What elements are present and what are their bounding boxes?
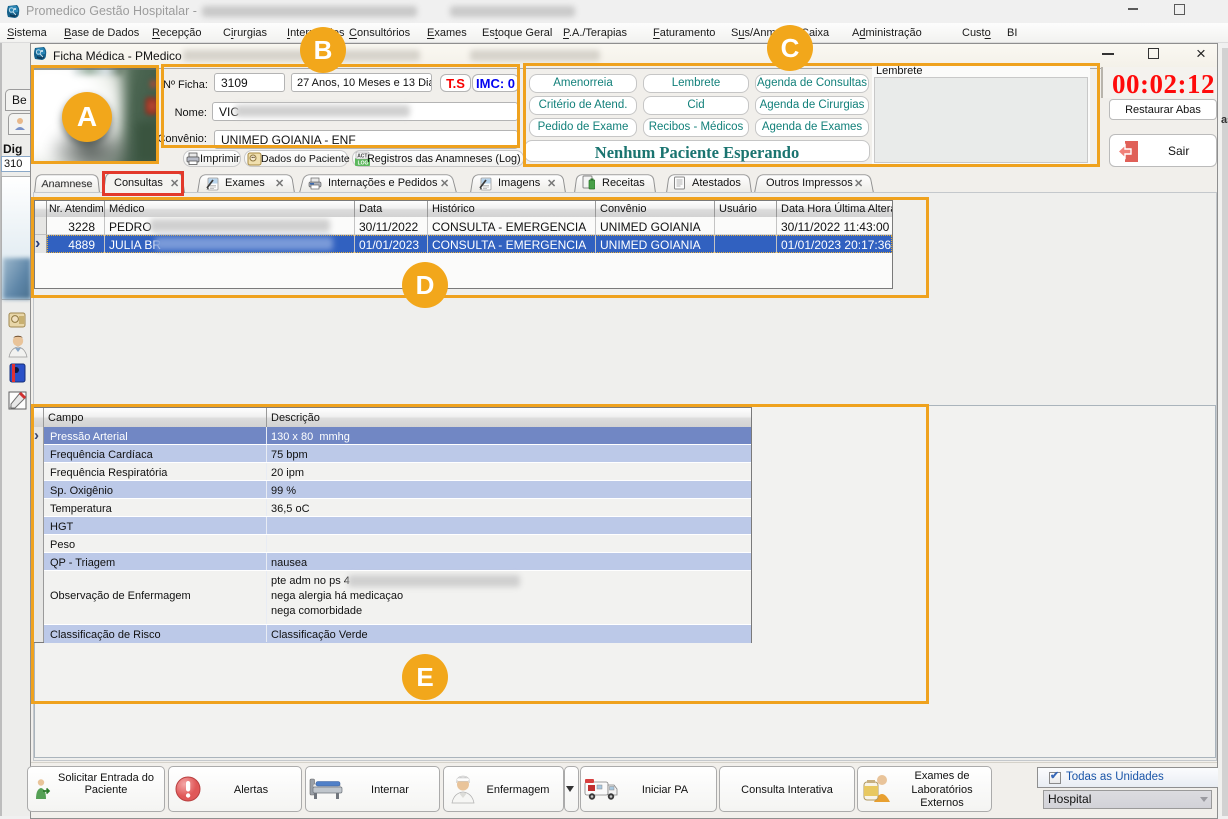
svg-text:ACT: ACT <box>357 153 367 159</box>
